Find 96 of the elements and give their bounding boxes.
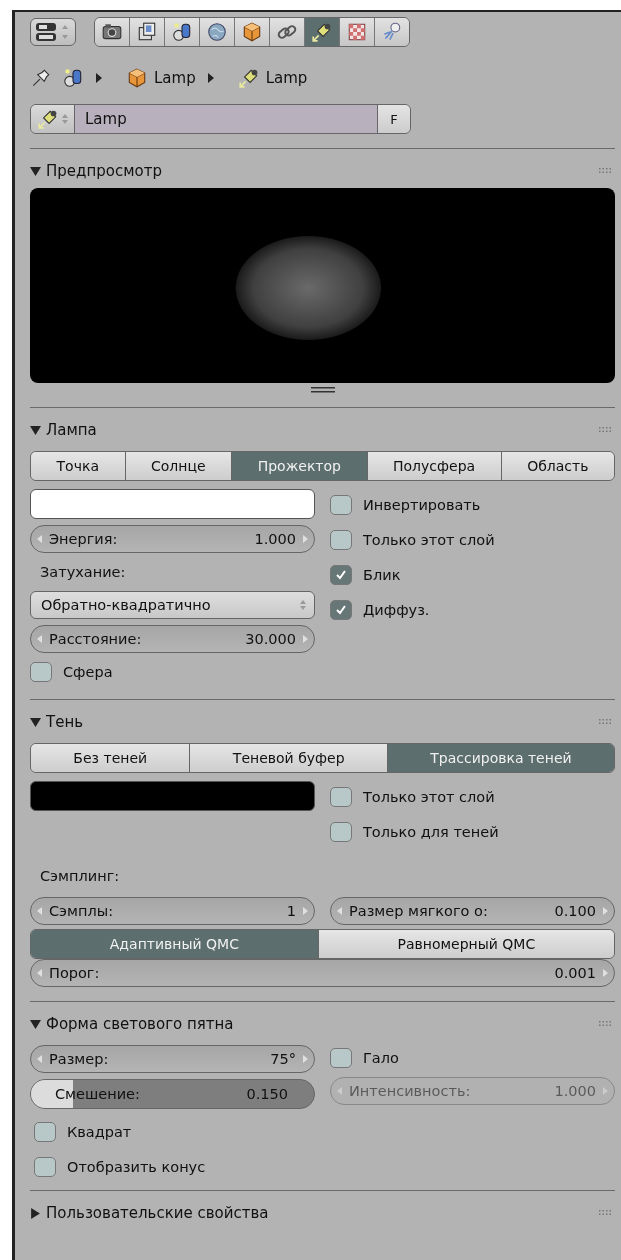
checker-icon (346, 21, 368, 43)
caret-icon (96, 73, 102, 83)
caret-icon (207, 73, 214, 83)
checkbox[interactable] (330, 565, 352, 585)
particles-icon (381, 21, 403, 43)
context-tab[interactable] (305, 18, 340, 46)
drag-handle-icon[interactable] (599, 1210, 613, 1216)
collapse-triangle-icon[interactable] (30, 1018, 41, 1030)
context-tab[interactable] (270, 18, 305, 46)
decrement-arrow-icon[interactable] (37, 969, 43, 977)
expand-triangle-icon[interactable] (30, 1207, 41, 1219)
context-tab[interactable] (130, 18, 165, 46)
number-field[interactable]: Сэмплы: 1 (30, 897, 315, 925)
pin-icon[interactable] (30, 67, 52, 89)
decrement-arrow-icon[interactable] (37, 535, 43, 543)
checkbox-label[interactable]: Блик (363, 567, 401, 583)
checkbox-label[interactable]: Сфера (63, 664, 113, 680)
sampling-type-tab[interactable]: Равномерный QMC (318, 930, 614, 958)
shadow-method-tab[interactable]: Трассировка теней (387, 744, 614, 772)
checkbox-label[interactable]: Диффуз. (363, 602, 430, 618)
number-field[interactable]: Размер: 75° (30, 1045, 315, 1073)
number-field[interactable]: Расстояние: 30.000 (30, 625, 315, 653)
checkbox[interactable] (330, 822, 352, 842)
collapse-triangle-icon[interactable] (30, 716, 41, 728)
decrement-arrow-icon[interactable] (37, 907, 43, 915)
falloff-label: Затухание: (39, 563, 127, 582)
increment-arrow-icon[interactable] (302, 1055, 308, 1063)
collapse-triangle-icon[interactable] (30, 424, 41, 436)
panel-title[interactable]: Форма светового пятна (46, 1015, 599, 1033)
drag-handle-icon[interactable] (599, 427, 613, 433)
shapes-icon (62, 67, 84, 89)
lamp-type-tab[interactable]: Солнце (125, 452, 233, 480)
cube-icon (241, 21, 263, 43)
increment-arrow-icon[interactable] (302, 907, 308, 915)
checkbox[interactable] (330, 495, 352, 515)
context-tab[interactable] (200, 18, 235, 46)
number-field[interactable]: Энергия: 1.000 (30, 525, 315, 553)
checkbox-label[interactable]: Инвертировать (363, 497, 481, 513)
checkbox[interactable] (30, 662, 52, 682)
collapse-triangle-icon[interactable] (30, 165, 41, 177)
checkbox-label[interactable]: Только этот слой (363, 532, 495, 548)
checkbox-label[interactable]: Гало (363, 1050, 399, 1066)
resize-handle-icon[interactable] (310, 387, 335, 393)
panel-title[interactable]: Тень (46, 713, 599, 731)
cube-icon (126, 67, 148, 89)
increment-arrow-icon[interactable] (602, 969, 608, 977)
checkbox[interactable] (330, 530, 352, 550)
context-tab[interactable] (235, 18, 270, 46)
increment-arrow-icon[interactable] (302, 535, 308, 543)
shadow-method-tab[interactable]: Без теней (31, 744, 191, 772)
lamp-type-tab[interactable]: Точка (31, 452, 126, 480)
checkbox[interactable] (330, 1048, 352, 1068)
number-field[interactable]: Порог: 0.001 (30, 959, 615, 987)
increment-arrow-icon[interactable] (602, 907, 608, 915)
checkmark-icon (335, 604, 347, 616)
falloff-dropdown[interactable]: Обратно-квадратично (30, 591, 315, 619)
checkbox[interactable] (34, 1157, 56, 1177)
updown-arrows-icon (300, 599, 306, 611)
globe-icon (206, 21, 228, 43)
context-tab[interactable] (340, 18, 375, 46)
lamp-type-tab[interactable]: Полусфера (367, 452, 502, 480)
panel-title[interactable]: Предпросмотр (46, 162, 599, 180)
panel-title[interactable]: Пользовательские свойства (46, 1204, 599, 1222)
decrement-arrow-icon[interactable] (337, 907, 343, 915)
checkbox-label[interactable]: Отобразить конус (67, 1159, 206, 1175)
checkbox[interactable] (330, 600, 352, 620)
context-tab[interactable] (165, 18, 200, 46)
checkbox-label[interactable]: Только этот слой (363, 789, 495, 805)
breadcrumb-label: Lamp (154, 69, 196, 87)
checkbox[interactable] (34, 1122, 56, 1142)
drag-handle-icon[interactable] (599, 168, 613, 174)
sampling-label: Сэмплинг: (39, 867, 121, 886)
color-field[interactable] (30, 781, 315, 811)
color-field[interactable] (30, 489, 315, 519)
decrement-arrow-icon[interactable] (37, 635, 43, 643)
checkbox-label[interactable]: Только для теней (363, 824, 499, 840)
sampling-type-tab[interactable]: Адаптивный QMC (31, 930, 319, 958)
drag-handle-icon[interactable] (599, 1021, 613, 1027)
checkmark-icon (335, 569, 347, 581)
lamp-icon (237, 67, 260, 89)
panel-title[interactable]: Лампа (46, 421, 599, 439)
shapes-icon (171, 21, 193, 43)
drag-handle-icon[interactable] (599, 719, 613, 725)
view-menu-button[interactable] (30, 18, 76, 46)
lamp-type-tab[interactable]: Прожектор (232, 452, 368, 480)
decrement-arrow-icon[interactable] (37, 1055, 43, 1063)
number-field[interactable]: Размер мягкого о: 0.100 (330, 897, 615, 925)
shadow-method-tab[interactable]: Теневой буфер (190, 744, 388, 772)
context-tab[interactable] (95, 18, 130, 46)
layers-icon (136, 21, 158, 43)
checkbox-label[interactable]: Квадрат (67, 1124, 132, 1140)
lamp-type-tab[interactable]: Область (501, 452, 614, 480)
checkbox[interactable] (330, 787, 352, 807)
lamp-icon (311, 21, 333, 43)
breadcrumb-label: Lamp (265, 69, 308, 87)
increment-arrow-icon[interactable] (302, 635, 308, 643)
